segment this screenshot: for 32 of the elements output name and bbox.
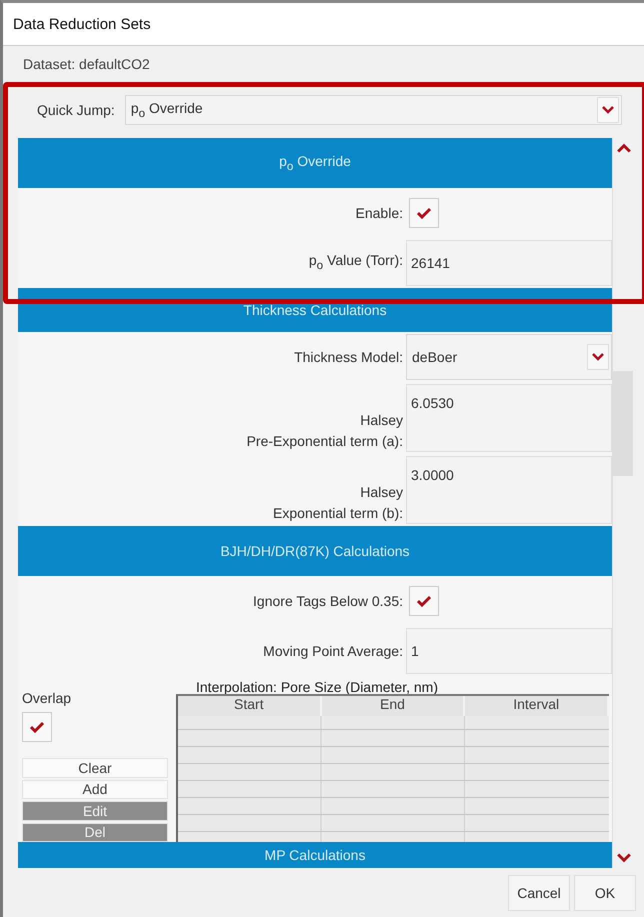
input-field[interactable]: 26141 [406,240,612,286]
field-label: Enable: [356,204,403,222]
input-field[interactable]: 1 [406,628,612,674]
column-header[interactable]: Interval [465,696,609,716]
dataset-label: Dataset: defaultCO2 [23,56,150,72]
interpolation-grid[interactable]: Start End Interval [176,694,609,842]
dropdown[interactable]: deBoer [406,334,612,380]
dropdown-caret-icon[interactable] [597,97,619,123]
overlap-label: Overlap [22,690,72,706]
field-label: Halsey Exponential term (b): [273,483,403,523]
field-label: p$_{o}$ Value (Torr): [308,251,403,274]
field-label: Halsey Pre-Exponential term (a): [246,411,403,451]
window-title: Data Reduction Sets [3,3,644,46]
dialog-button[interactable]: Cancel [508,874,570,910]
column-header[interactable]: Start [178,696,322,716]
checkbox[interactable] [22,712,52,742]
checkbox[interactable] [409,198,439,228]
input-field[interactable]: 6.0530 [406,384,612,452]
dialog-button[interactable]: OK [574,874,636,910]
quick-jump-dropdown[interactable]: p$_{o}$ Override [124,95,622,125]
field-label: Moving Point Average: [263,642,403,661]
checkbox[interactable] [409,586,439,616]
quick-jump-label: Quick Jump: [37,102,115,118]
grid-button[interactable]: Add [22,780,168,799]
grid-title: Interpolation: Pore Size (Diameter, nm) [195,678,439,694]
scrollbar-thumb[interactable] [613,371,633,476]
input-field[interactable]: 3.0000 [406,456,612,524]
column-header[interactable]: End [322,696,466,716]
grid-button[interactable]: Clear [22,758,168,778]
field-label: Ignore Tags Below 0.35: [253,592,403,611]
dropdown-caret-icon[interactable] [587,344,609,370]
field-label: Thickness Model: [294,348,403,366]
